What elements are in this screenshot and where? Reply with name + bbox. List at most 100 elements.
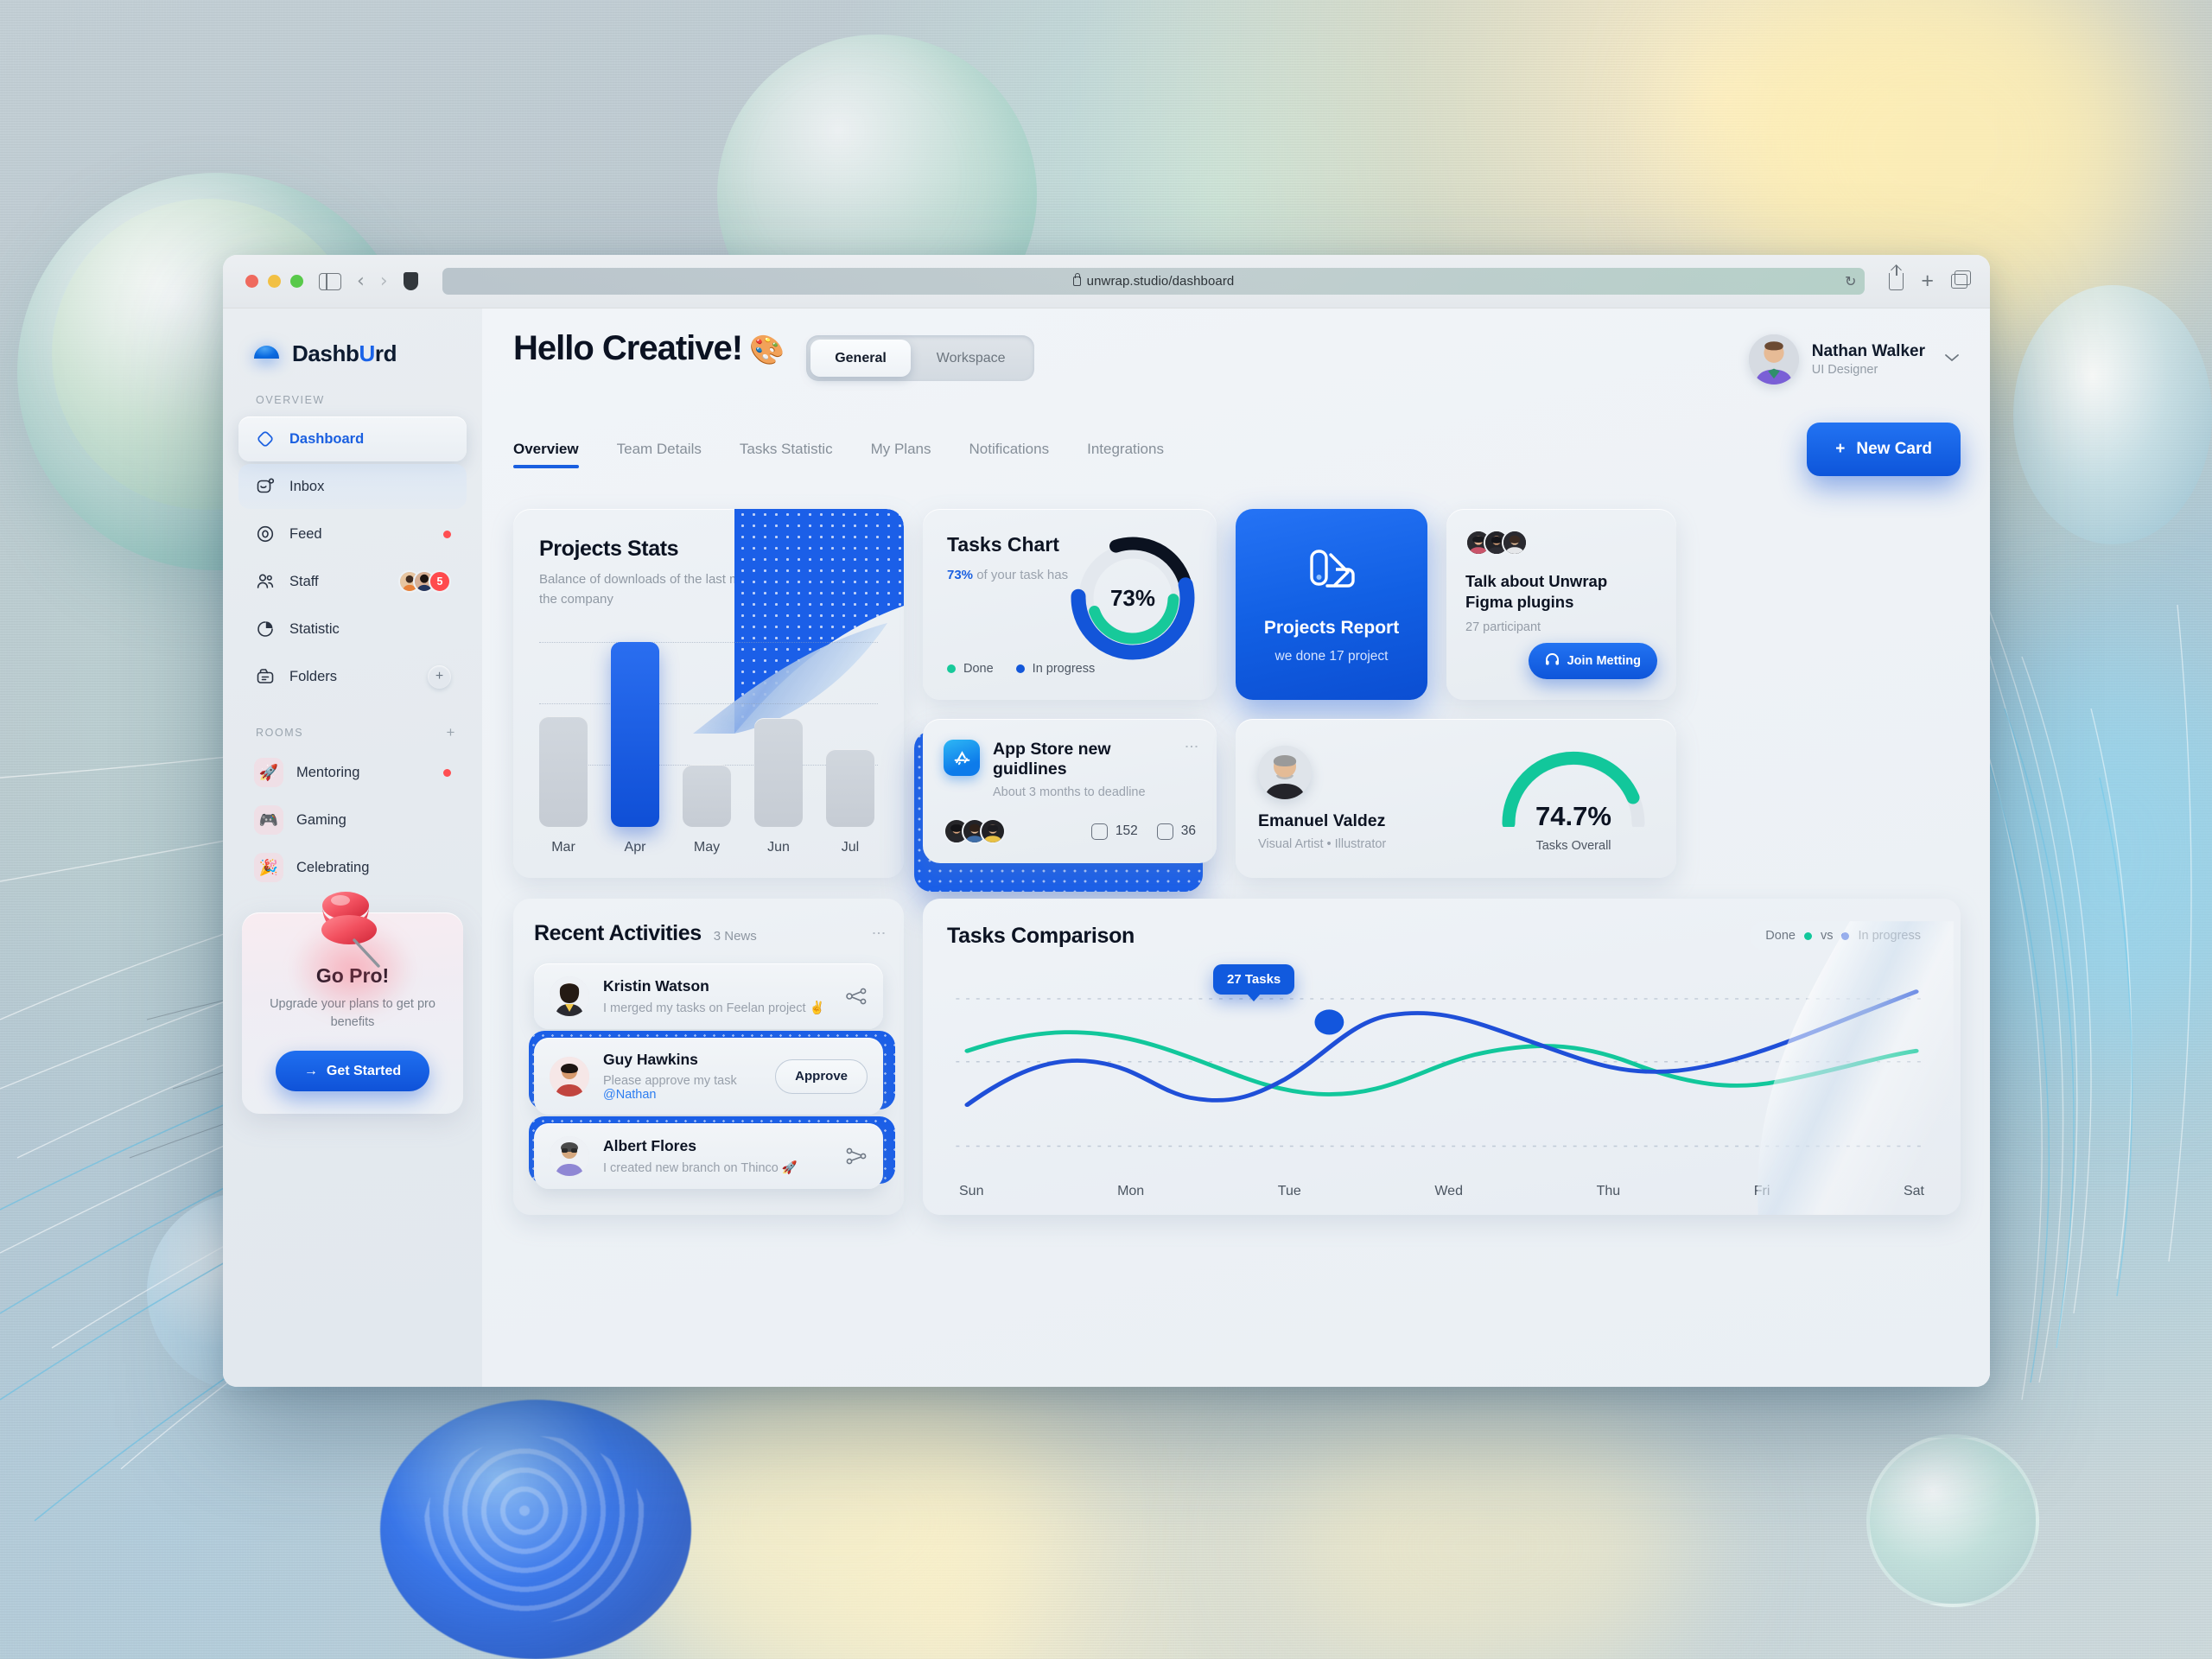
projects-report-card[interactable]: Projects Report we done 17 project [1236, 509, 1427, 701]
tasks-overall-gauge: 74.7% Tasks Overall [1493, 744, 1654, 853]
page-header: Hello Creative! 🎨 General Workspace Natha… [513, 329, 1961, 385]
sidebar-room-label: Celebrating [296, 859, 370, 875]
segment-workspace[interactable]: Workspace [912, 340, 1030, 377]
pushpin-icon [304, 883, 401, 978]
tasks-chart-legend: Done In progress [947, 662, 1192, 676]
back-button[interactable]: ‹ [357, 271, 365, 291]
tab-tasks-statistic[interactable]: Tasks Statistic [740, 441, 833, 468]
address-bar[interactable]: unwrap.studio/dashboard ↻ [442, 268, 1866, 295]
sidebar-item-label: Folders [289, 668, 338, 684]
close-window-button[interactable] [245, 275, 258, 288]
activity-message: I created new branch on Thinco 🚀 [603, 1161, 798, 1175]
avatar [1258, 746, 1312, 800]
segment-general[interactable]: General [810, 340, 911, 377]
avatar [1748, 334, 1799, 385]
sidebar-item-staff[interactable]: Staff 5 [238, 559, 467, 604]
browser-toolbar: ‹ › unwrap.studio/dashboard ↻ + [223, 255, 1990, 308]
bar-item [611, 642, 659, 827]
emanuel-valdez-card: Emanuel Valdez Visual Artist • Illustrat… [1236, 719, 1676, 878]
people-icon [254, 570, 276, 593]
sidebar-item-label: Staff [289, 573, 319, 589]
window-controls[interactable] [245, 275, 303, 288]
tab-overview-icon[interactable] [1951, 270, 1971, 289]
share-node-icon[interactable] [845, 1147, 868, 1166]
emanuel-role: Visual Artist • Illustrator [1258, 837, 1387, 852]
brand-logo[interactable]: DashbUrd [223, 327, 482, 368]
recent-activities-card: Recent Activities 3 News ⋮ Kristin Watso… [513, 899, 904, 1215]
shield-icon[interactable] [403, 272, 418, 290]
staff-avatar-stack: 5 [398, 570, 451, 593]
get-started-button[interactable]: → Get Started [276, 1051, 429, 1092]
tab-notifications[interactable]: Notifications [969, 441, 1050, 468]
x-tick: Apr [624, 840, 646, 855]
bar-item [754, 718, 803, 827]
figma-talk-card: Talk about Unwrap Figma plugins 27 parti… [1446, 509, 1676, 701]
go-pro-card: Go Pro! Upgrade your plans to get pro be… [242, 892, 463, 1115]
x-tick: Mon [1117, 1184, 1145, 1198]
tasks-comparison-title: Tasks Comparison [947, 923, 1135, 948]
comments-metric: 152 [1090, 823, 1138, 840]
activity-message: Please approve my task @Nathan [603, 1074, 737, 1102]
bar-series [539, 635, 874, 827]
x-tick: Wed [1434, 1184, 1463, 1198]
share-icon[interactable] [1889, 264, 1904, 290]
headphones-icon [1545, 652, 1560, 670]
app-store-avatar-stack [944, 818, 1006, 845]
sidebar-item-folders[interactable]: Folders + [238, 654, 467, 699]
kebab-menu-icon[interactable]: ⋮ [871, 926, 886, 940]
tab-integrations[interactable]: Integrations [1087, 441, 1164, 468]
sidebar-room-gaming[interactable]: 🎮 Gaming [238, 798, 467, 842]
share-node-icon[interactable] [845, 987, 868, 1006]
sidebar-toggle-icon[interactable] [319, 272, 341, 290]
join-meeting-button[interactable]: Join Metting [1528, 643, 1657, 680]
sidebar-item-statistic[interactable]: Statistic [238, 607, 467, 652]
app-store-card: App Store new guidlines About 3 months t… [923, 719, 1217, 864]
forward-button[interactable]: › [380, 271, 388, 291]
new-tab-icon[interactable]: + [1921, 270, 1934, 292]
user-profile[interactable]: Nathan Walker UI Designer [1748, 329, 1961, 385]
activity-name: Kristin Watson [603, 977, 709, 995]
sidebar-room-mentoring[interactable]: 🚀 Mentoring [238, 750, 467, 795]
address-bar-url: unwrap.studio/dashboard [1086, 274, 1235, 289]
recent-activities-list: Kristin Watson I merged my tasks on Feel… [529, 963, 895, 1189]
page-title: Hello Creative! 🎨 [513, 329, 785, 368]
comparison-x-labels: Sun Mon Tue Wed Thu Fri Sat [947, 1184, 1936, 1199]
x-tick: Jun [767, 840, 790, 855]
minimize-window-button[interactable] [268, 275, 281, 288]
legend-vs-label: vs [1820, 929, 1834, 943]
x-tick: Thu [1596, 1184, 1621, 1198]
list-item[interactable]: Guy Hawkins Please approve my task @Nath… [529, 1031, 895, 1115]
tab-my-plans[interactable]: My Plans [871, 441, 931, 468]
sidebar-item-label: Inbox [289, 478, 325, 494]
staff-count-badge: 5 [429, 570, 451, 593]
tab-overview[interactable]: Overview [513, 441, 579, 468]
palette-icon: 🎨 [749, 334, 785, 365]
view-mode-switch[interactable]: General Workspace [806, 335, 1034, 381]
sidebar-item-feed[interactable]: Feed [238, 512, 467, 556]
dashboard-card-grid: Projects Stats Balance of downloads of t… [513, 509, 1961, 892]
list-item[interactable]: Kristin Watson I merged my tasks on Feel… [534, 963, 883, 1029]
new-card-button[interactable]: + New Card [1807, 423, 1961, 476]
tab-team-details[interactable]: Team Details [617, 441, 702, 468]
x-tick: Mar [551, 840, 575, 855]
tasks-chart-percent: 73% [947, 568, 974, 582]
add-room-button[interactable]: + [446, 725, 456, 740]
sidebar-item-dashboard[interactable]: Dashboard [238, 416, 467, 461]
reload-icon[interactable]: ↻ [1845, 273, 1856, 290]
greeting-text: Hello Creative! [513, 329, 743, 367]
list-item[interactable]: Albert Flores I created new branch on Th… [529, 1116, 895, 1189]
dashboard-bottom-row: Recent Activities 3 News ⋮ Kristin Watso… [513, 899, 1961, 1215]
maximize-window-button[interactable] [290, 275, 303, 288]
kebab-menu-icon[interactable]: ⋮ [1184, 740, 1198, 753]
notification-dot [443, 768, 451, 777]
sidebar-item-inbox[interactable]: Inbox [238, 464, 467, 509]
diamond-icon [254, 428, 276, 450]
avatar [980, 818, 1006, 845]
chevron-down-icon[interactable] [1943, 352, 1961, 367]
tasks-comparison-line-chart: 27 Tasks [947, 956, 1936, 1180]
approve-button[interactable]: Approve [775, 1058, 868, 1094]
bar-chart-x-labels: Mar Apr May Jun Jul [539, 840, 878, 855]
add-folder-button[interactable]: + [428, 664, 451, 689]
sidebar-room-label: Mentoring [296, 764, 360, 780]
app-store-card-wrap: App Store new guidlines About 3 months t… [914, 719, 1217, 892]
